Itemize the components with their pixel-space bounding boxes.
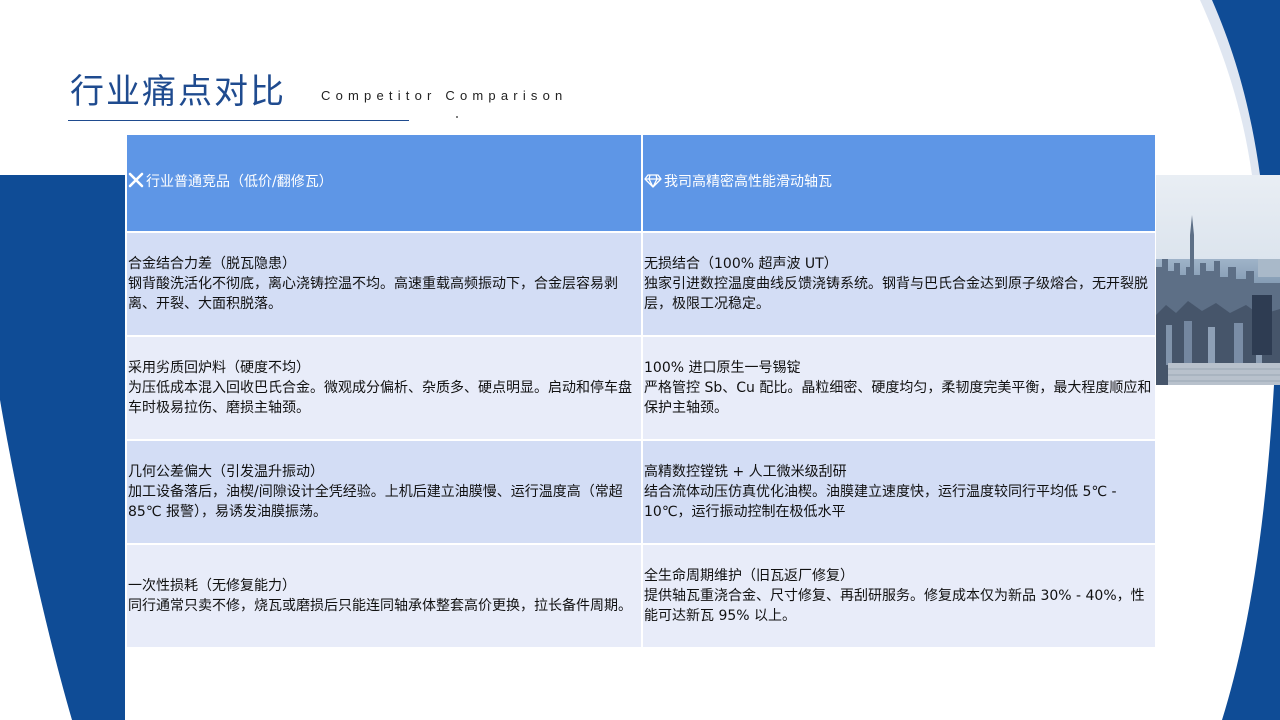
ours-cell: 无损结合（100% 超声波 UT） 独家引进数控温度曲线反馈浇铸系统。钢背与巴氏… — [641, 231, 1157, 337]
cell-description: 结合流体动压仿真优化油楔。油膜建立速度快，运行温度较同行平均低 5℃ - 10℃… — [644, 484, 1117, 520]
left-thin-curve — [0, 400, 72, 720]
header-competitor: 行业普通竞品（低价/翻修瓦） — [125, 133, 643, 233]
table-row: 几何公差偏大（引发温升振动） 加工设备落后，油楔/间隙设计全凭经验。上机后建立油… — [125, 439, 1157, 545]
city-skyline-photo — [1156, 175, 1280, 385]
page-subtitle: Competitor Comparison — [321, 88, 568, 103]
header-ours: 我司高精密高性能滑动轴瓦 — [641, 133, 1157, 233]
cell-description: 严格管控 Sb、Cu 配比。晶粒细密、硬度均匀，柔韧度完美平衡，最大程度顺应和保… — [644, 380, 1152, 416]
cell-title: 几何公差偏大（引发温升振动） — [128, 464, 324, 480]
page-title: 行业痛点对比 — [70, 72, 286, 112]
competitor-cell: 一次性损耗（无修复能力） 同行通常只卖不修，烧瓦或磨损后只能连同轴承体整套高价更… — [125, 543, 643, 649]
x-icon — [128, 172, 144, 194]
cell-description: 为压低成本混入回收巴氏合金。微观成分偏析、杂质多、硬点明显。启动和停车盘车时极易… — [128, 380, 632, 416]
ours-cell: 全生命周期维护（旧瓦返厂修复） 提供轴瓦重浇合金、尺寸修复、再刮研服务。修复成本… — [641, 543, 1157, 649]
cell-description: 加工设备落后，油楔/间隙设计全凭经验。上机后建立油膜慢、运行温度高（常超 85℃… — [128, 484, 623, 520]
cell-title: 100% 进口原生一号锡锭 — [644, 360, 801, 376]
table-row: 一次性损耗（无修复能力） 同行通常只卖不修，烧瓦或磨损后只能连同轴承体整套高价更… — [125, 543, 1157, 649]
cell-description: 钢背酸洗活化不彻底，离心浇铸控温不均。高速重载高频振动下，合金层容易剥离、开裂、… — [128, 276, 618, 312]
table-header-row: 行业普通竞品（低价/翻修瓦） 我司高精密高性能滑动轴瓦 — [125, 133, 1157, 233]
table-row: 采用劣质回炉料（硬度不均） 为压低成本混入回收巴氏合金。微观成分偏析、杂质多、硬… — [125, 335, 1157, 441]
table-row: 合金结合力差（脱瓦隐患） 钢背酸洗活化不彻底，离心浇铸控温不均。高速重载高频振动… — [125, 231, 1157, 337]
cell-title: 全生命周期维护（旧瓦返厂修复） — [644, 568, 854, 584]
left-blue-curve — [0, 175, 125, 720]
competitor-cell: 采用劣质回炉料（硬度不均） 为压低成本混入回收巴氏合金。微观成分偏析、杂质多、硬… — [125, 335, 643, 441]
right-bottom-curve — [1222, 385, 1280, 720]
cell-title: 一次性损耗（无修复能力） — [128, 578, 296, 594]
diamond-icon — [644, 174, 662, 194]
right-top-curve — [1208, 0, 1280, 175]
header-ours-label: 我司高精密高性能滑动轴瓦 — [664, 174, 832, 190]
title-dot — [456, 116, 458, 118]
comparison-table: 行业普通竞品（低价/翻修瓦） 我司高精密高性能滑动轴瓦 合金结合力差（脱瓦隐患）… — [125, 133, 1157, 649]
title-underline — [68, 120, 409, 121]
cell-title: 无损结合（100% 超声波 UT） — [644, 256, 838, 272]
cell-title: 高精数控镗铣 + 人工微米级刮研 — [644, 464, 847, 480]
cell-title: 采用劣质回炉料（硬度不均） — [128, 360, 310, 376]
competitor-cell: 几何公差偏大（引发温升振动） 加工设备落后，油楔/间隙设计全凭经验。上机后建立油… — [125, 439, 643, 545]
right-top-inner-curve — [1200, 0, 1260, 175]
cell-description: 提供轴瓦重浇合金、尺寸修复、再刮研服务。修复成本仅为新品 30% - 40%，性… — [644, 588, 1145, 624]
header-competitor-label: 行业普通竞品（低价/翻修瓦） — [146, 174, 333, 190]
cell-description: 独家引进数控温度曲线反馈浇铸系统。钢背与巴氏合金达到原子级熔合，无开裂脱层，极限… — [644, 276, 1148, 312]
cell-title: 合金结合力差（脱瓦隐患） — [128, 256, 296, 272]
competitor-cell: 合金结合力差（脱瓦隐患） 钢背酸洗活化不彻底，离心浇铸控温不均。高速重载高频振动… — [125, 231, 643, 337]
cell-description: 同行通常只卖不修，烧瓦或磨损后只能连同轴承体整套高价更换，拉长备件周期。 — [128, 598, 632, 614]
ours-cell: 100% 进口原生一号锡锭 严格管控 Sb、Cu 配比。晶粒细密、硬度均匀，柔韧… — [641, 335, 1157, 441]
ours-cell: 高精数控镗铣 + 人工微米级刮研 结合流体动压仿真优化油楔。油膜建立速度快，运行… — [641, 439, 1157, 545]
